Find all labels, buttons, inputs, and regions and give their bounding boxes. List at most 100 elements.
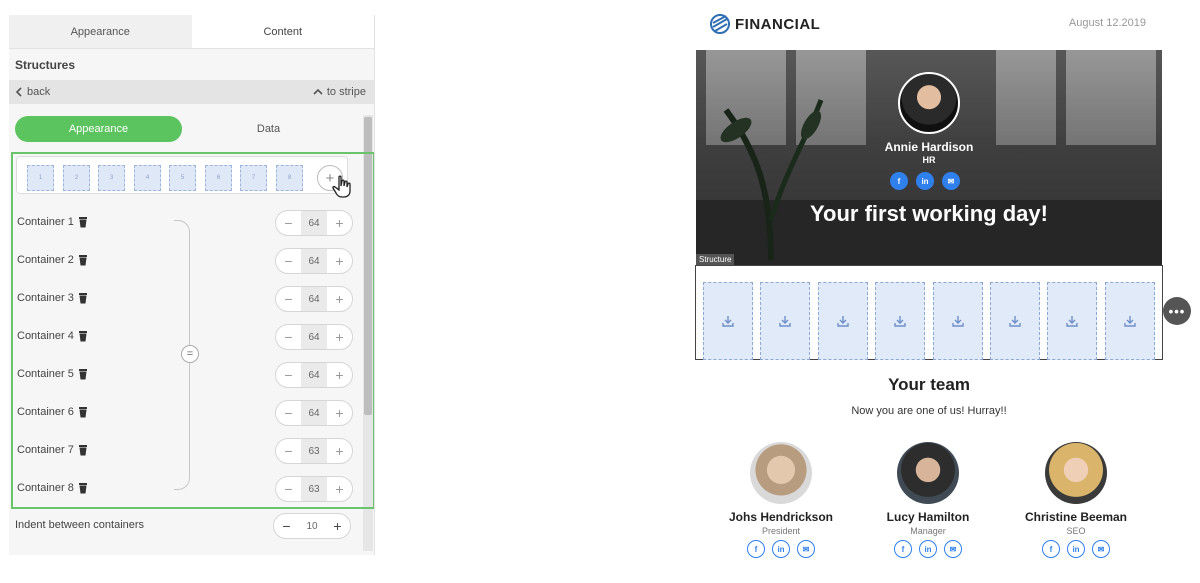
drop-zone[interactable]: [703, 282, 753, 360]
grid-cell[interactable]: 2: [63, 165, 90, 191]
trash-icon[interactable]: [78, 482, 88, 494]
grid-cell[interactable]: 3: [98, 165, 125, 191]
increment-button[interactable]: +: [327, 253, 352, 269]
hand-cursor-icon: [332, 175, 351, 198]
decrement-button[interactable]: −: [276, 253, 301, 269]
decrement-button[interactable]: −: [276, 405, 301, 421]
mail-icon[interactable]: ✉: [942, 172, 960, 190]
logo-text: FINANCIAL: [735, 15, 821, 33]
drop-zone[interactable]: [817, 282, 868, 360]
trash-icon[interactable]: [78, 406, 88, 418]
download-icon: [837, 316, 849, 327]
toggle-appearance[interactable]: Appearance: [15, 116, 182, 142]
increment-button[interactable]: +: [327, 405, 352, 421]
width-value[interactable]: 64: [301, 363, 327, 387]
tab-appearance[interactable]: Appearance: [9, 15, 192, 48]
width-value[interactable]: 63: [301, 477, 327, 501]
decrement-button[interactable]: −: [276, 367, 301, 383]
to-stripe-label: to stripe: [326, 86, 366, 98]
width-value[interactable]: 64: [301, 401, 327, 425]
trash-icon[interactable]: [78, 216, 88, 228]
drop-zone[interactable]: [990, 282, 1040, 360]
member-name: Lucy Hamilton: [886, 510, 970, 524]
linkedin-icon[interactable]: in: [1067, 540, 1085, 558]
width-value[interactable]: 64: [301, 211, 327, 235]
hero-banner[interactable]: Annie Hardison HR f in ✉ Your first work…: [696, 50, 1162, 265]
decrement-button[interactable]: −: [276, 481, 301, 497]
facebook-icon[interactable]: f: [890, 172, 908, 190]
back-label: back: [27, 86, 51, 98]
increment-button[interactable]: +: [327, 215, 352, 231]
width-value[interactable]: 64: [301, 287, 327, 311]
linkedin-icon[interactable]: in: [916, 172, 934, 190]
decrement-button[interactable]: −: [276, 443, 301, 459]
editor-screen: Appearance Content Structures back to st…: [0, 0, 1200, 583]
width-value[interactable]: 63: [301, 439, 327, 463]
structure-block[interactable]: Structure: [695, 254, 1163, 360]
mail-icon[interactable]: ✉: [797, 540, 815, 558]
increment-button[interactable]: +: [325, 518, 350, 534]
back-link[interactable]: back: [15, 86, 50, 98]
mail-icon[interactable]: ✉: [944, 540, 962, 558]
download-icon: [1124, 316, 1136, 327]
facebook-icon[interactable]: f: [747, 540, 765, 558]
drop-zone[interactable]: [875, 282, 926, 360]
trash-icon[interactable]: [78, 368, 88, 380]
increment-button[interactable]: +: [327, 329, 352, 345]
increment-button[interactable]: +: [327, 481, 352, 497]
container-label: Container 1: [17, 216, 74, 228]
width-value[interactable]: 64: [301, 325, 327, 349]
increment-button[interactable]: +: [327, 443, 352, 459]
container-label: Container 7: [17, 444, 74, 456]
grid-cell[interactable]: 1: [27, 165, 54, 191]
container-row: Container 3 −64 +: [17, 286, 357, 312]
facebook-icon[interactable]: f: [1042, 540, 1060, 558]
decrement-button[interactable]: −: [276, 291, 301, 307]
drop-zone[interactable]: [932, 282, 983, 360]
settings-panel: Appearance Content Structures back to st…: [9, 15, 375, 555]
decrement-button[interactable]: −: [276, 329, 301, 345]
trash-icon[interactable]: [78, 292, 88, 304]
team-subtitle: Now you are one of us! Hurray!!: [851, 405, 1007, 417]
increment-button[interactable]: +: [327, 291, 352, 307]
member-name: Johs Hendrickson: [728, 510, 834, 524]
decrement-button[interactable]: −: [276, 215, 301, 231]
drop-zone[interactable]: [1104, 282, 1155, 360]
linkedin-icon[interactable]: in: [772, 540, 790, 558]
trash-icon[interactable]: [78, 330, 88, 342]
grid-cell[interactable]: 8: [276, 165, 303, 191]
indent-row: Indent between containers −10 +: [15, 513, 355, 539]
grid-cell[interactable]: 4: [134, 165, 161, 191]
width-value[interactable]: 64: [301, 249, 327, 273]
grid-cell[interactable]: 6: [205, 165, 232, 191]
hero-socials: f in ✉: [890, 172, 960, 190]
download-icon: [722, 316, 734, 327]
container-row: Container 7 −63 +: [17, 438, 357, 464]
grid-cell[interactable]: 7: [240, 165, 267, 191]
indent-label: Indent between containers: [15, 519, 145, 531]
team-title: Your team: [888, 375, 970, 394]
structure-settings: 1 2 3 4 5 6 7 8 + = Container 1 −64 + Con: [11, 152, 374, 509]
decrement-button[interactable]: −: [274, 518, 299, 534]
to-stripe-link[interactable]: to stripe: [313, 86, 366, 98]
increment-button[interactable]: +: [327, 367, 352, 383]
chevron-up-icon: [313, 88, 323, 95]
indent-stepper: −10 +: [273, 513, 351, 539]
indent-value[interactable]: 10: [299, 514, 325, 538]
facebook-icon[interactable]: f: [894, 540, 912, 558]
more-options-button[interactable]: •••: [1163, 297, 1191, 325]
container-row: Container 4 −64 +: [17, 324, 357, 350]
linkedin-icon[interactable]: in: [919, 540, 937, 558]
trash-icon[interactable]: [78, 444, 88, 456]
toggle-data[interactable]: Data: [182, 116, 355, 142]
mail-icon[interactable]: ✉: [1092, 540, 1110, 558]
trash-icon[interactable]: [78, 254, 88, 266]
container-label: Container 2: [17, 254, 74, 266]
width-stepper: −63 +: [275, 476, 353, 502]
download-icon: [779, 316, 792, 327]
drop-zone[interactable]: [1047, 282, 1098, 360]
grid-cell[interactable]: 5: [169, 165, 196, 191]
tab-content[interactable]: Content: [191, 15, 374, 48]
drop-zone[interactable]: [760, 282, 811, 360]
container-label: Container 3: [17, 292, 74, 304]
